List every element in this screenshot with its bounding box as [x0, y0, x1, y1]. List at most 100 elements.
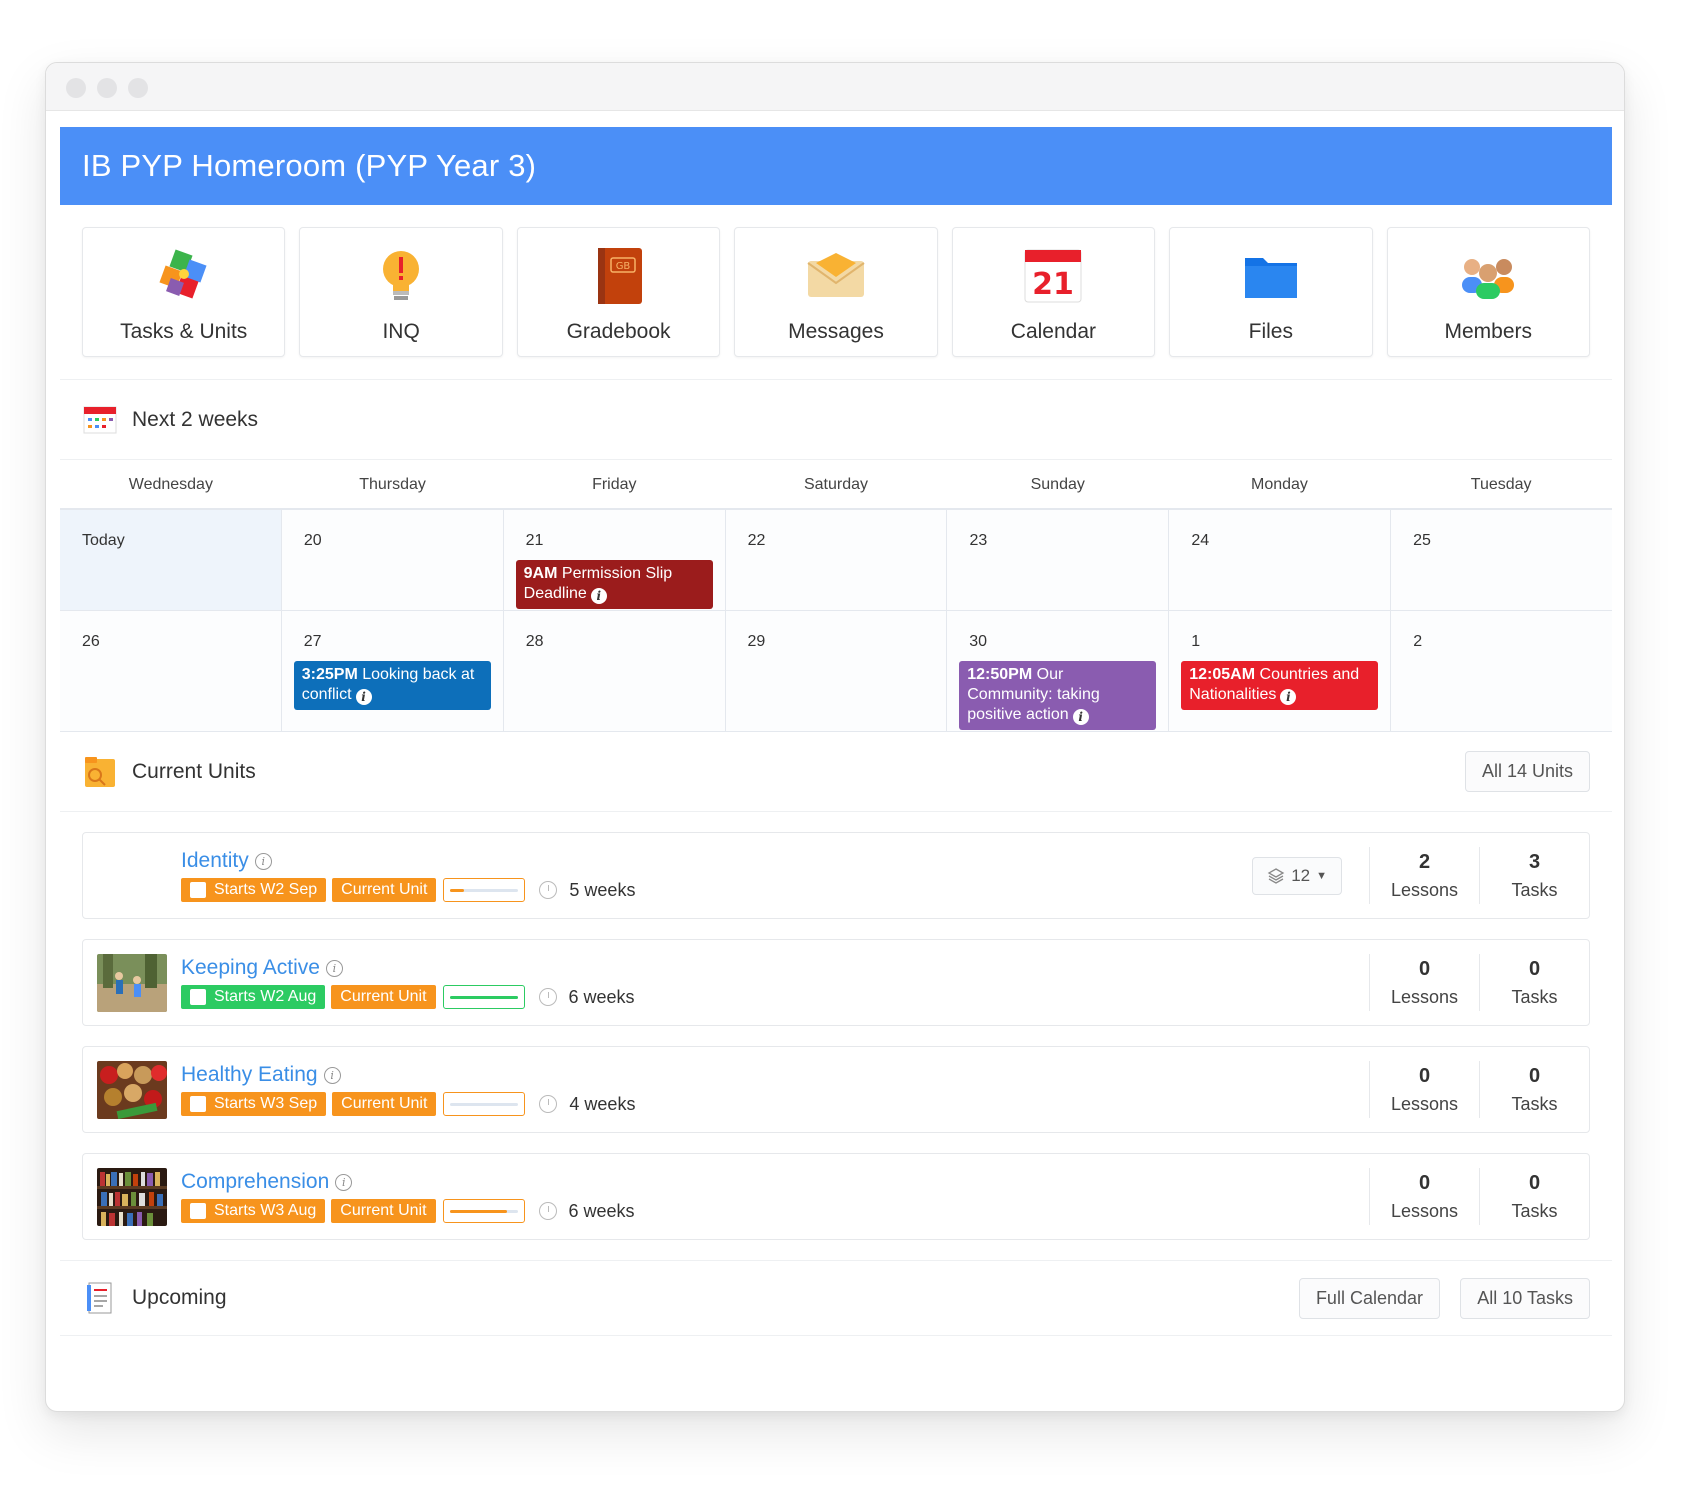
calendar-day[interactable]: 20	[281, 510, 504, 610]
info-icon[interactable]: i	[590, 588, 607, 604]
calendar-day[interactable]: 28	[503, 611, 726, 731]
calendar-event[interactable]: 12:50PM Our Community: taking positive a…	[959, 661, 1157, 730]
unit-name-link[interactable]: Identity i	[181, 849, 635, 873]
tool-messages[interactable]: Messages	[734, 227, 938, 357]
info-icon[interactable]: i	[1280, 689, 1297, 705]
unit-status-badge: Current Unit	[331, 985, 436, 1009]
calendar-day[interactable]: 23	[947, 510, 1170, 610]
info-icon[interactable]: i	[335, 1173, 353, 1191]
day-number: 26	[82, 633, 100, 650]
lessons-stat[interactable]: 0 Lessons	[1369, 1061, 1479, 1118]
tool-inq[interactable]: INQ	[299, 227, 503, 357]
weekday-label: Wednesday	[128, 476, 213, 493]
weekday-label: Tuesday	[1470, 476, 1532, 493]
info-icon[interactable]: i	[325, 959, 343, 977]
tool-calendar[interactable]: 21 Calendar	[951, 227, 1156, 357]
calendar-day[interactable]: 1 12:05AM Countries and Nationalities i	[1169, 611, 1392, 731]
page-banner: IB PYP Homeroom (PYP Year 3)	[60, 127, 1612, 205]
tool-files[interactable]: Files	[1169, 227, 1373, 357]
progress-fill	[449, 996, 518, 999]
section-title: Upcoming	[132, 1286, 227, 1309]
window-titlebar	[46, 63, 1624, 111]
event-time: 12:50PM	[967, 666, 1033, 683]
lessons-label: Lessons	[1390, 1094, 1459, 1114]
tool-gradebook[interactable]: GB Gradebook	[516, 227, 721, 357]
clock-icon	[538, 988, 557, 1006]
unit-start-text: Starts W2 Aug	[214, 988, 317, 1005]
weekday-label: Saturday	[803, 476, 869, 493]
calendar-day[interactable]: 24	[1169, 510, 1392, 610]
calendar-event[interactable]: 3:25PM Looking back at conflict i	[293, 661, 491, 710]
all-tasks-button[interactable]: All 10 Tasks	[1460, 1278, 1590, 1319]
calendar-day[interactable]: 30 12:50PM Our Community: taking positiv…	[947, 611, 1170, 731]
unit-card[interactable]: Healthy Eating i Starts W3 Sep Current U…	[82, 1046, 1590, 1133]
weekday-label: Thursday	[359, 476, 426, 493]
calendar-day[interactable]: 26	[60, 611, 282, 731]
tool-label: Members	[1444, 320, 1532, 343]
window-close-dot[interactable]	[66, 78, 86, 98]
lightbulb-icon	[371, 246, 431, 306]
info-icon[interactable]: i	[254, 852, 272, 870]
calendar-day[interactable]: 22	[725, 510, 948, 610]
tasks-stat[interactable]: 0 Tasks	[1479, 954, 1589, 1011]
unit-name-link[interactable]: Keeping Active i	[181, 956, 635, 980]
clock-icon	[538, 1202, 557, 1220]
unit-duration: 4 weeks	[569, 1093, 636, 1114]
page-title: IB PYP Homeroom (PYP Year 3)	[82, 148, 537, 183]
unit-duration: 6 weeks	[568, 986, 635, 1007]
calendar-day[interactable]: 29	[725, 611, 948, 731]
tasks-stat[interactable]: 0 Tasks	[1479, 1061, 1589, 1118]
day-number: 28	[525, 633, 544, 650]
tool-label: Calendar	[1010, 320, 1097, 343]
day-number: 24	[1191, 532, 1210, 549]
layers-dropdown[interactable]: 12 ▼	[1252, 857, 1342, 895]
info-icon[interactable]: i	[1072, 709, 1089, 725]
lessons-stat[interactable]: 2 Lessons	[1369, 847, 1479, 904]
calendar-day[interactable]: 25	[1391, 510, 1612, 610]
tool-members[interactable]: Members	[1386, 227, 1590, 357]
unit-card[interactable]: Keeping Active i Starts W2 Aug Current U…	[82, 939, 1590, 1026]
unit-duration: 5 weeks	[569, 879, 636, 900]
window-minimize-dot[interactable]	[97, 78, 117, 98]
calendar-event[interactable]: 9AM Permission Slip Deadline i	[515, 560, 713, 609]
calendar-day[interactable]: 21 9AM Permission Slip Deadline i	[503, 510, 726, 610]
unit-card[interactable]: Comprehension i Starts W3 Aug Current Un…	[82, 1153, 1590, 1240]
upcoming-header: Upcoming Full Calendar All 10 Tasks	[60, 1260, 1612, 1336]
calendar-day[interactable]: 27 3:25PM Looking back at conflict i	[281, 611, 504, 731]
lessons-stat[interactable]: 0 Lessons	[1369, 1168, 1479, 1225]
unit-stats: 0 Lessons 0 Tasks	[1369, 1061, 1589, 1118]
calendar-event[interactable]: 12:05AM Countries and Nationalities i	[1181, 661, 1379, 710]
unit-card[interactable]: Identity i Starts W2 Sep Current Unit 5 …	[82, 832, 1590, 919]
unit-thumbnail	[97, 1167, 167, 1226]
unit-start-badge: Starts W3 Aug	[181, 1199, 326, 1223]
tasks-stat[interactable]: 0 Tasks	[1479, 1168, 1589, 1225]
members-icon	[1458, 246, 1518, 306]
folder-icon	[1241, 246, 1301, 306]
calendar-day-today[interactable]: Today	[60, 510, 282, 610]
unit-thumbnail	[97, 1060, 167, 1119]
lessons-label: Lessons	[1390, 1201, 1459, 1221]
tool-tasks-units[interactable]: Tasks & Units	[82, 227, 286, 357]
layers-icon	[1267, 868, 1285, 884]
tasks-count: 0	[1528, 958, 1541, 980]
unit-name-link[interactable]: Comprehension i	[181, 1170, 635, 1194]
tasks-count: 0	[1528, 1065, 1541, 1087]
tool-label: Gradebook	[566, 320, 671, 343]
info-icon[interactable]: i	[355, 689, 372, 705]
unit-name-link[interactable]: Healthy Eating i	[181, 1063, 635, 1087]
all-units-button[interactable]: All 14 Units	[1464, 751, 1590, 792]
progress-fill	[450, 889, 464, 892]
info-icon[interactable]: i	[323, 1066, 341, 1084]
window-zoom-dot[interactable]	[128, 78, 148, 98]
calendar-week-row: 26 27 3:25PM Looking back at conflict i 2…	[60, 611, 1612, 732]
event-time: 9AM	[523, 565, 558, 582]
full-calendar-button[interactable]: Full Calendar	[1298, 1278, 1440, 1319]
unit-start-text: Starts W2 Sep	[214, 881, 318, 898]
calendar-icon: 21	[1023, 246, 1083, 306]
lessons-stat[interactable]: 0 Lessons	[1369, 954, 1479, 1011]
calendar-icon-day: 21	[1033, 267, 1075, 302]
calendar-day[interactable]: 2	[1391, 611, 1612, 731]
tasks-stat[interactable]: 3 Tasks	[1479, 847, 1589, 904]
day-number: Today	[82, 532, 125, 549]
svg-text:GB: GB	[615, 261, 630, 272]
